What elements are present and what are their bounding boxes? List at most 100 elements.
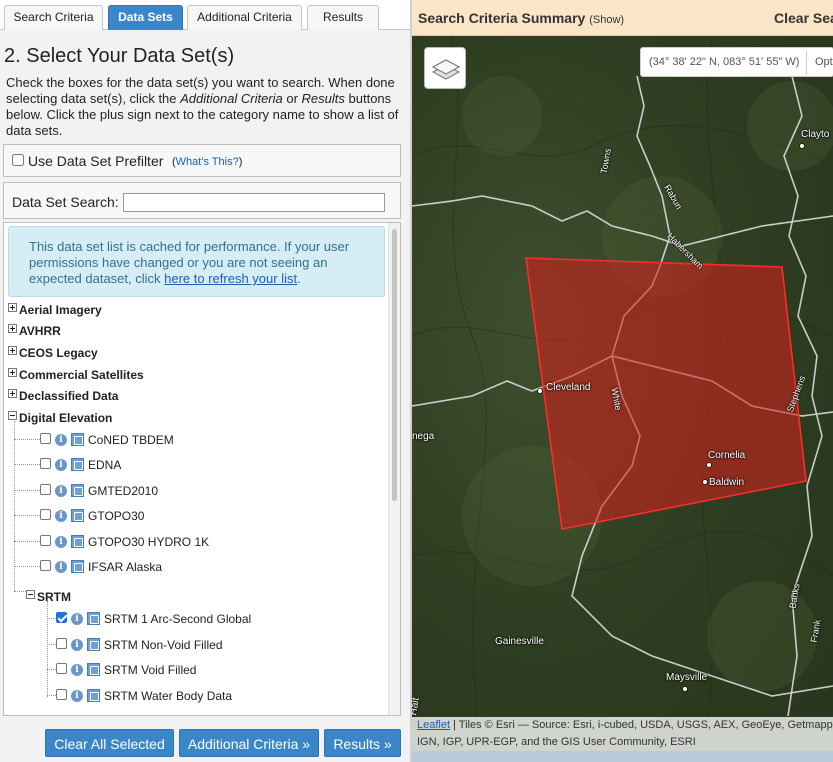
scrollbar-thumb[interactable]: [392, 229, 397, 501]
metadata-icon[interactable]: [87, 638, 100, 651]
category-commercial-satellites[interactable]: Commercial Satellites: [8, 367, 144, 383]
dataset-checkbox[interactable]: [40, 433, 51, 444]
coordinate-readout: (34° 38' 22" N, 083° 51' 55" W) Opt: [640, 47, 833, 77]
attribution-line: Leaflet | Tiles © Esri — Source: Esri, i…: [417, 717, 833, 734]
map-options-button[interactable]: Opt: [815, 56, 833, 68]
dataset-checkbox[interactable]: [56, 663, 67, 674]
refresh-list-link[interactable]: here to refresh your list: [164, 271, 297, 286]
dataset-list: This data set list is cached for perform…: [3, 222, 401, 716]
attribution-text: IGN, IGP, UPR-EGP, and the GIS User Comm…: [417, 736, 696, 748]
category-avhrr[interactable]: AVHRR: [8, 323, 61, 339]
info-icon[interactable]: i: [55, 561, 67, 573]
dataset-checkbox[interactable]: [40, 509, 51, 520]
category-aerial-imagery[interactable]: Aerial Imagery: [8, 302, 102, 318]
tree-line: [47, 644, 56, 645]
instructions-emphasis: Results: [301, 91, 345, 106]
dataset-checkbox[interactable]: [40, 484, 51, 495]
dataset-checkbox[interactable]: [40, 535, 51, 546]
prefilter-label: Use Data Set Prefilter: [28, 153, 164, 169]
info-icon[interactable]: i: [55, 510, 67, 522]
dataset-label: SRTM 1 Arc-Second Global: [104, 612, 252, 626]
clear-all-selected-button[interactable]: Clear All Selected: [45, 729, 174, 757]
metadata-icon[interactable]: [71, 433, 84, 446]
info-icon[interactable]: i: [55, 485, 67, 497]
dataset-label: EDNA: [88, 458, 122, 472]
page-title: 2. Select Your Data Set(s): [4, 45, 235, 67]
coordinate-text: (34° 38' 22" N, 083° 51' 55" W): [649, 56, 800, 68]
tab-additional-criteria[interactable]: Additional Criteria: [187, 5, 302, 30]
prefilter-checkbox[interactable]: [12, 154, 24, 166]
metadata-icon[interactable]: [71, 458, 84, 471]
dataset-checkbox[interactable]: [40, 560, 51, 571]
layers-icon: [431, 59, 461, 80]
tree-line: [14, 464, 40, 465]
metadata-icon[interactable]: [87, 612, 100, 625]
expand-icon[interactable]: [8, 389, 17, 398]
dataset-checkbox-checked[interactable]: [56, 612, 67, 623]
place-label: Clayto: [801, 129, 830, 140]
expand-icon[interactable]: [8, 368, 17, 377]
collapse-icon[interactable]: [26, 590, 35, 599]
tree-line: [14, 490, 40, 491]
list-scrollbar[interactable]: [388, 223, 400, 715]
results-button[interactable]: Results »: [324, 729, 401, 757]
subcategory-srtm[interactable]: SRTM: [26, 589, 71, 605]
expand-icon[interactable]: [8, 324, 17, 333]
dataset-checkbox[interactable]: [56, 638, 67, 649]
info-icon[interactable]: i: [71, 690, 83, 702]
category-ceos-legacy[interactable]: CEOS Legacy: [8, 345, 98, 361]
map-canvas[interactable]: (34° 38' 22" N, 083° 51' 55" W) Opt Clay…: [412, 36, 833, 762]
place-label: Gainesville: [495, 636, 544, 647]
metadata-icon[interactable]: [71, 509, 84, 522]
info-icon[interactable]: i: [55, 536, 67, 548]
dataset-search-input[interactable]: [123, 193, 385, 212]
collapse-icon[interactable]: [8, 411, 17, 420]
category-digital-elevation[interactable]: Digital Elevation: [8, 410, 112, 426]
tree-line: [14, 566, 40, 567]
dataset-label: CoNED TBDEM: [88, 433, 174, 447]
dataset-label: GMTED2010: [88, 484, 159, 498]
map-overlay: [412, 36, 833, 762]
dataset-label: GTOPO30 HYDRO 1K: [88, 535, 210, 549]
whats-this-link[interactable]: What's This?: [176, 156, 239, 168]
tab-data-sets[interactable]: Data Sets: [108, 5, 183, 30]
dataset-checkbox[interactable]: [40, 458, 51, 469]
cache-notice-end: .: [297, 271, 301, 286]
dataset-search-label: Data Set Search:: [12, 194, 119, 210]
summary-title-text: Search Criteria Summary: [418, 10, 586, 26]
summary-show-link[interactable]: (Show): [589, 14, 624, 26]
place-label: Cleveland: [546, 382, 591, 393]
tree-line: [47, 618, 56, 619]
attribution-text: | Tiles © Esri — Source: Esri, i-cubed, …: [453, 719, 833, 731]
info-icon[interactable]: i: [55, 459, 67, 471]
tree-line: [47, 669, 56, 670]
dataset-label: GTOPO30: [88, 509, 145, 523]
prefilter-box: Use Data Set Prefilter (What's This?): [3, 144, 401, 177]
info-icon[interactable]: i: [71, 639, 83, 651]
metadata-icon[interactable]: [71, 560, 84, 573]
metadata-icon[interactable]: [87, 689, 100, 702]
area-of-interest-polygon[interactable]: [525, 257, 807, 530]
place-label: nega: [412, 431, 435, 442]
layers-button[interactable]: [424, 47, 466, 89]
additional-criteria-button[interactable]: Additional Criteria »: [179, 729, 319, 757]
dataset-checkbox[interactable]: [56, 689, 67, 700]
metadata-icon[interactable]: [71, 535, 84, 548]
expand-icon[interactable]: [8, 346, 17, 355]
leaflet-link[interactable]: Leaflet: [417, 719, 450, 731]
tab-results[interactable]: Results: [307, 5, 379, 30]
metadata-icon[interactable]: [87, 663, 100, 676]
clear-search-link[interactable]: Clear Sea: [774, 10, 833, 26]
info-icon[interactable]: i: [71, 613, 83, 625]
cache-notice: This data set list is cached for perform…: [8, 226, 385, 297]
metadata-icon[interactable]: [71, 484, 84, 497]
tab-search-criteria[interactable]: Search Criteria: [4, 5, 103, 30]
dataset-label: SRTM Void Filled: [104, 663, 197, 677]
map-bottom-strip: [412, 751, 833, 762]
expand-icon[interactable]: [8, 303, 17, 312]
tree-line: [14, 541, 40, 542]
info-icon[interactable]: i: [71, 664, 83, 676]
category-declassified-data[interactable]: Declassified Data: [8, 388, 118, 404]
dataset-search-box: Data Set Search:: [3, 182, 401, 219]
info-icon[interactable]: i: [55, 434, 67, 446]
